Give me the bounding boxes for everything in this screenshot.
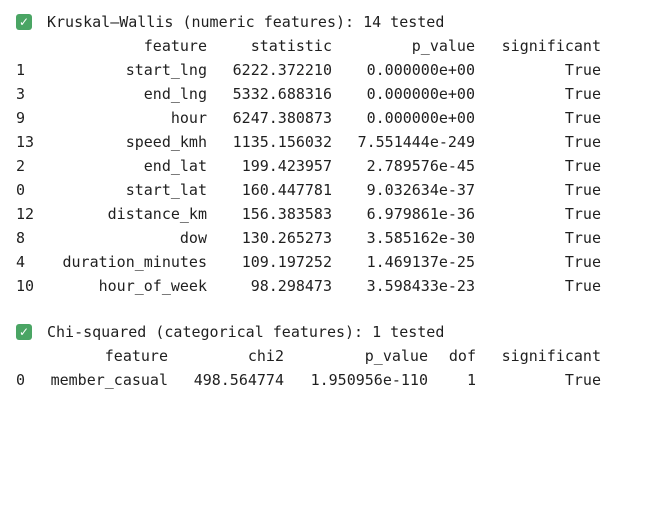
kruskal-cell-feature: start_lat [125, 181, 207, 199]
kruskal-cell-significant: True [564, 181, 601, 199]
chi-cell-chi2: 498.564774 [193, 371, 284, 389]
kruskal-cell-significant: True [564, 229, 601, 247]
kruskal-cell-significant: True [564, 133, 601, 151]
kruskal-table-row: 9 hour 6247.380873 0.000000e+00 True [0, 106, 645, 130]
chi-col-chi2: chi2 [247, 347, 284, 365]
kruskal-cell-significant: True [564, 157, 601, 175]
kruskal-cell-idx: 2 [16, 157, 26, 175]
kruskal-table-row: 12 distance_km 156.383583 6.979861e-36 True [0, 202, 645, 226]
check-icon: ✓ [16, 14, 32, 30]
kruskal-cell-statistic: 98.298473 [250, 277, 332, 295]
kruskal-cell-idx: 12 [16, 205, 35, 223]
kruskal-cell-idx: 9 [16, 109, 26, 127]
kruskal-cell-significant: True [564, 85, 601, 103]
kruskal-cell-idx: 4 [16, 253, 26, 271]
kruskal-cell-p-value: 7.551444e-249 [357, 133, 475, 151]
kruskal-cell-statistic: 109.197252 [241, 253, 332, 271]
chi-cell-feature: member_casual [50, 371, 168, 389]
kruskal-cell-feature: speed_kmh [125, 133, 207, 151]
kruskal-cell-statistic: 130.265273 [241, 229, 332, 247]
kruskal-cell-p-value: 0.000000e+00 [366, 85, 475, 103]
kruskal-table-row: 10 hour_of_week 98.298473 3.598433e-23 True [0, 274, 645, 298]
chi-cell-p-value: 1.950956e-110 [310, 371, 428, 389]
kruskal-cell-feature: dow [179, 229, 207, 247]
kruskal-table-row: 0 start_lat 160.447781 9.032634e-37 True [0, 178, 645, 202]
kruskal-cell-p-value: 6.979861e-36 [366, 205, 475, 223]
chi-col-pvalue: p_value [364, 347, 428, 365]
kruskal-cell-feature: distance_km [107, 205, 207, 223]
kruskal-cell-p-value: 9.032634e-37 [366, 181, 475, 199]
chi-cell-significant: True [564, 371, 601, 389]
kruskal-header-row: feature statistic p_value significant [0, 34, 645, 58]
kruskal-table-row: 13 speed_kmh 1135.156032 7.551444e-249 True [0, 130, 645, 154]
chi-cell-dof: 1 [466, 371, 476, 389]
chi-header-row: feature chi2 p_value dof significant [0, 344, 645, 368]
chi-heading-line: ✓ Chi-squared (categorical features): 1 … [16, 320, 444, 344]
kruskal-col-significant: significant [501, 37, 601, 55]
chi-col-feature: feature [104, 347, 168, 365]
kruskal-col-pvalue: p_value [411, 37, 475, 55]
kruskal-cell-significant: True [564, 253, 601, 271]
kruskal-cell-p-value: 0.000000e+00 [366, 61, 475, 79]
kruskal-table-row: 1 start_lng 6222.372210 0.000000e+00 True [0, 58, 645, 82]
kruskal-cell-feature: hour_of_week [98, 277, 207, 295]
kruskal-cell-p-value: 0.000000e+00 [366, 109, 475, 127]
kruskal-table-row: 4 duration_minutes 109.197252 1.469137e-25 T… [0, 250, 645, 274]
kruskal-cell-significant: True [564, 61, 601, 79]
kruskal-cell-significant: True [564, 277, 601, 295]
kruskal-cell-idx: 0 [16, 181, 26, 199]
kruskal-col-feature: feature [143, 37, 207, 55]
kruskal-cell-idx: 10 [16, 277, 35, 295]
kruskal-col-statistic: statistic [250, 37, 332, 55]
kruskal-cell-idx: 3 [16, 85, 26, 103]
chi-heading: Chi-squared (categorical features): 1 te… [47, 323, 445, 341]
kruskal-cell-idx: 1 [16, 61, 26, 79]
check-icon: ✓ [16, 324, 32, 340]
kruskal-cell-statistic: 5332.688316 [232, 85, 332, 103]
kruskal-cell-p-value: 3.598433e-23 [366, 277, 475, 295]
chi-cell-idx: 0 [16, 371, 26, 389]
notebook-output: ✓ Kruskal–Wallis (numeric features): 14 … [0, 0, 645, 406]
kruskal-cell-p-value: 3.585162e-30 [366, 229, 475, 247]
kruskal-cell-statistic: 1135.156032 [232, 133, 332, 151]
chi-table-row: 0 member_casual 498.564774 1.950956e-110 1 Tr… [0, 368, 645, 392]
chi-col-dof: dof [448, 347, 476, 365]
kruskal-cell-feature: duration_minutes [62, 253, 208, 271]
kruskal-cell-statistic: 6222.372210 [232, 61, 332, 79]
kruskal-cell-feature: start_lng [125, 61, 207, 79]
kruskal-table-row: 8 dow 130.265273 3.585162e-30 True [0, 226, 645, 250]
kruskal-cell-statistic: 156.383583 [241, 205, 332, 223]
kruskal-cell-statistic: 6247.380873 [232, 109, 332, 127]
kruskal-cell-idx: 13 [16, 133, 35, 151]
kruskal-heading-line: ✓ Kruskal–Wallis (numeric features): 14 … [16, 10, 444, 34]
kruskal-cell-significant: True [564, 205, 601, 223]
kruskal-cell-statistic: 199.423957 [241, 157, 332, 175]
kruskal-table-row: 2 end_lat 199.423957 2.789576e-45 True [0, 154, 645, 178]
kruskal-cell-significant: True [564, 109, 601, 127]
kruskal-cell-statistic: 160.447781 [241, 181, 332, 199]
chi-col-significant: significant [501, 347, 601, 365]
kruskal-table-row: 3 end_lng 5332.688316 0.000000e+00 True [0, 82, 645, 106]
kruskal-cell-p-value: 2.789576e-45 [366, 157, 475, 175]
kruskal-cell-p-value: 1.469137e-25 [366, 253, 475, 271]
kruskal-cell-feature: end_lat [143, 157, 207, 175]
kruskal-cell-idx: 8 [16, 229, 26, 247]
kruskal-cell-feature: hour [170, 109, 207, 127]
kruskal-cell-feature: end_lng [143, 85, 207, 103]
kruskal-heading: Kruskal–Wallis (numeric features): 14 te… [47, 13, 445, 31]
